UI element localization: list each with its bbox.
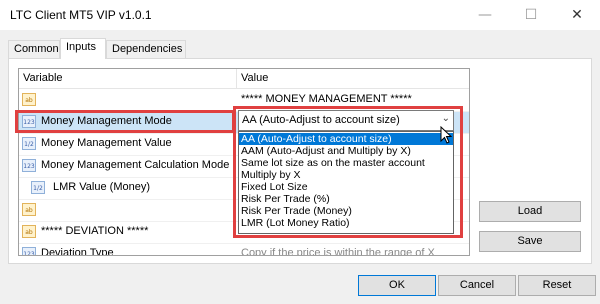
tab-common[interactable]: Common [8, 40, 60, 58]
dropdown-option[interactable]: Same lot size as on the master account [239, 157, 453, 169]
variable-name: Money Management Calculation Mode [41, 159, 230, 171]
mouse-cursor-icon [440, 126, 452, 144]
variable-name: Deviation Type [41, 247, 114, 256]
tab-inputs[interactable]: Inputs [60, 38, 106, 59]
highlight-box [15, 110, 235, 133]
variable-name: LMR Value (Money) [53, 181, 150, 193]
dropdown-option[interactable]: AAM (Auto-Adjust and Multiply by X) [239, 145, 453, 157]
ok-button[interactable]: OK [358, 275, 436, 296]
table-row[interactable]: 123 Deviation Type Copy if the price is … [19, 244, 469, 256]
variable-name: ***** DEVIATION ***** [41, 225, 149, 237]
string-icon: ab [22, 225, 36, 238]
close-button[interactable]: ✕ [554, 0, 600, 30]
reset-button[interactable]: Reset [518, 275, 596, 296]
window-title: LTC Client MT5 VIP v1.0.1 [10, 8, 152, 22]
header-separator[interactable] [236, 69, 237, 88]
double-icon: 1/2 [31, 181, 45, 194]
chevron-down-icon[interactable]: ⌄ [442, 113, 450, 124]
variable-name: Money Management Value [41, 137, 172, 149]
title-bar: LTC Client MT5 VIP v1.0.1 — ☐ ✕ [0, 0, 600, 30]
cancel-button[interactable]: Cancel [438, 275, 516, 296]
dropdown-option-selected[interactable]: AA (Auto-Adjust to account size) [239, 133, 453, 145]
variable-value: Copy if the price is within the range of… [241, 247, 435, 256]
money-mode-dropdown: AA (Auto-Adjust to account size) AAM (Au… [238, 131, 454, 234]
tab-dependencies[interactable]: Dependencies [106, 40, 186, 58]
dialog-window: LTC Client MT5 VIP v1.0.1 — ☐ ✕ Common I… [0, 0, 600, 304]
dropdown-option[interactable]: Risk Per Trade (%) [239, 193, 453, 205]
minimize-button[interactable]: — [462, 0, 508, 30]
variable-value: ***** MONEY MANAGEMENT ***** [241, 93, 412, 105]
list-header: Variable Value [19, 69, 469, 89]
maximize-button[interactable]: ☐ [508, 0, 554, 30]
money-mode-select[interactable]: AA (Auto-Adjust to account size) ⌄ [238, 110, 454, 131]
integer-icon: 123 [22, 159, 36, 172]
dropdown-option[interactable]: LMR (Lot Money Ratio) [239, 217, 453, 229]
select-value: AA (Auto-Adjust to account size) [242, 114, 400, 126]
header-variable[interactable]: Variable [23, 72, 63, 84]
header-value[interactable]: Value [241, 72, 268, 84]
string-icon: ab [22, 93, 36, 106]
load-button[interactable]: Load [479, 201, 581, 222]
dropdown-option[interactable]: Multiply by X [239, 169, 453, 181]
string-icon: ab [22, 203, 36, 216]
dropdown-option[interactable]: Risk Per Trade (Money) [239, 205, 453, 217]
dropdown-option[interactable]: Fixed Lot Size [239, 181, 453, 193]
double-icon: 1/2 [22, 137, 36, 150]
integer-icon: 123 [22, 247, 36, 255]
save-button[interactable]: Save [479, 231, 581, 252]
